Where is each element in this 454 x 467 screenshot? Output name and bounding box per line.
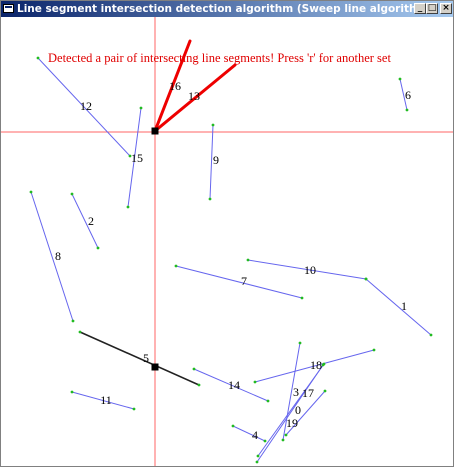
segment-label-8: 8	[55, 249, 61, 263]
segment-14-endpoint-a	[192, 367, 196, 371]
segment-label-19: 19	[286, 416, 298, 430]
segment-5	[79, 331, 200, 386]
segment-12-endpoint-a	[36, 56, 40, 60]
segment-label-14: 14	[228, 378, 240, 392]
segment-15-endpoint-a	[139, 106, 143, 110]
segment-label-6: 6	[405, 88, 411, 102]
segment-3-endpoint-a	[298, 341, 302, 345]
segment-5-endpoint-a	[78, 330, 82, 334]
segment-2-endpoint-a	[70, 192, 74, 196]
segment-label-5: 5	[143, 351, 149, 365]
status-message: Detected a pair of intersecting line seg…	[48, 51, 391, 65]
segment-2	[71, 193, 99, 249]
segment-18-endpoint-a	[253, 380, 257, 384]
segment-label-13: 13	[188, 89, 200, 103]
segment-8	[30, 191, 74, 322]
segment-4-endpoint-b	[263, 439, 267, 443]
segment-14-endpoint-b	[266, 399, 270, 403]
segment-4	[232, 425, 266, 442]
segment-10-endpoint-b	[364, 277, 368, 281]
active-segment-marker	[151, 363, 159, 371]
segment-label-16: 16	[169, 79, 181, 93]
segment-7-endpoint-a	[174, 264, 178, 268]
segment-1-endpoint-b	[429, 333, 433, 337]
segment-6-endpoint-b	[405, 108, 409, 112]
segment-label-4: 4	[252, 428, 258, 442]
segment-label-7: 7	[241, 274, 247, 288]
segment-2-endpoint-b	[96, 246, 100, 250]
segment-18-endpoint-b	[372, 348, 376, 352]
maximize-button[interactable]: □	[426, 3, 438, 14]
drawing-canvas[interactable]: 0 1 2 3 4 5 6 7 8 9 10 11 12 13 14 15 16 17 18 19 Detected …	[1, 17, 453, 466]
segment-7-endpoint-b	[300, 296, 304, 300]
minimize-button[interactable]: _	[414, 3, 426, 14]
segment-19-endpoint-a	[256, 454, 260, 458]
segment-9-endpoint-a	[211, 123, 215, 127]
segment-label-0: 0	[295, 403, 301, 417]
segment-17-endpoint-b	[255, 460, 259, 464]
segment-8-endpoint-a	[29, 190, 33, 194]
segment-label-3: 3	[293, 385, 299, 399]
segment-11-endpoint-a	[70, 390, 74, 394]
segment-label-2: 2	[88, 214, 94, 228]
segment-19	[257, 363, 325, 457]
segment-6-endpoint-a	[398, 77, 402, 81]
segment-3-endpoint-b	[281, 438, 285, 442]
segment-5-endpoint-b	[197, 383, 201, 387]
window-title: Line segment intersection detection algo…	[17, 3, 437, 15]
app-icon[interactable]	[3, 4, 14, 13]
segment-8-endpoint-b	[71, 319, 75, 323]
segment-15-endpoint-b	[126, 205, 130, 209]
segment-label-18: 18	[310, 358, 322, 372]
segment-9-endpoint-b	[208, 197, 212, 201]
close-button[interactable]: ×	[440, 3, 452, 14]
segment-4-endpoint-a	[231, 424, 235, 428]
intersection-point-marker	[151, 127, 159, 135]
segment-label-9: 9	[213, 153, 219, 167]
segment-scene: 012345678910111213141516171819 Detected …	[1, 17, 453, 466]
segment-10-endpoint-a	[246, 258, 250, 262]
segment-0-endpoint-a	[284, 433, 288, 437]
segment-label-11: 11	[100, 393, 112, 407]
segment-1	[365, 278, 432, 336]
segment-label-17: 17	[302, 386, 314, 400]
segment-label-15: 15	[131, 151, 143, 165]
title-bar[interactable]: Line segment intersection detection algo…	[1, 1, 453, 17]
segment-11-endpoint-b	[132, 407, 136, 411]
segment-19-endpoint-b	[322, 362, 326, 366]
segment-label-1: 1	[401, 299, 407, 313]
segment-7	[175, 265, 303, 299]
app-window: Line segment intersection detection algo…	[0, 0, 454, 467]
segment-0-endpoint-b	[323, 389, 327, 393]
segment-label-12: 12	[80, 99, 92, 113]
segment-label-10: 10	[304, 263, 316, 277]
